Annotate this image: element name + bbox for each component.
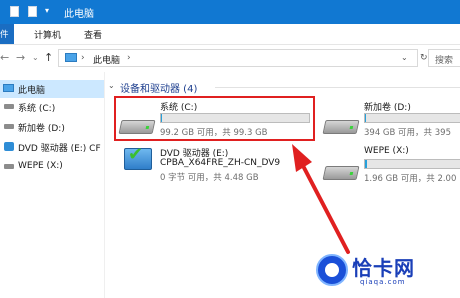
drive-space-text: 1.96 GB 可用，共 2.00 bbox=[364, 174, 457, 184]
navigation-bar: ← → ⌄ ↑ › 此电脑 › ⌄ ↻ 搜索 bbox=[0, 45, 460, 71]
drive-name: 新加卷 (D:) bbox=[364, 103, 411, 113]
sidebar-item-label: 系统 (C:) bbox=[18, 104, 56, 114]
pc-icon bbox=[3, 84, 14, 92]
watermark-logo-icon bbox=[316, 254, 348, 286]
up-arrow-icon[interactable]: ↑ bbox=[44, 51, 53, 64]
group-header[interactable]: 设备和驱动器 (4) bbox=[120, 80, 197, 95]
navigation-pane: 此电脑 系统 (C:) 新加卷 (D:) DVD 驱动器 (E:) CF WEP… bbox=[0, 72, 105, 298]
drive-icon bbox=[4, 104, 14, 109]
capacity-fill bbox=[365, 114, 366, 122]
document-icon[interactable] bbox=[10, 6, 19, 17]
drive-space-text: 394 GB 可用，共 395 bbox=[364, 128, 451, 138]
sidebar-item-this-pc[interactable]: 此电脑 bbox=[0, 80, 104, 98]
forward-arrow-icon[interactable]: → bbox=[16, 51, 25, 64]
drive-icon bbox=[4, 164, 14, 169]
tab-file[interactable]: 件 bbox=[0, 24, 14, 44]
drive-space-text: 0 字节 可用，共 4.48 GB bbox=[160, 173, 259, 183]
document-icon[interactable] bbox=[28, 6, 37, 17]
capacity-bar bbox=[364, 113, 460, 123]
breadcrumb[interactable]: 此电脑 bbox=[93, 53, 120, 66]
hard-drive-icon bbox=[322, 120, 360, 134]
sidebar-item-d-drive[interactable]: 新加卷 (D:) bbox=[0, 118, 104, 136]
watermark-name: 恰卡网 bbox=[352, 256, 415, 280]
watermark: 恰卡网 qiaqa.com bbox=[300, 248, 460, 298]
hard-drive-icon bbox=[322, 166, 360, 180]
address-dropdown-icon[interactable]: ⌄ bbox=[401, 53, 408, 62]
sidebar-item-c-drive[interactable]: 系统 (C:) bbox=[0, 98, 104, 116]
window-title: 此电脑 bbox=[64, 9, 94, 20]
capacity-fill bbox=[365, 160, 367, 168]
watermark-domain: qiaqa.com bbox=[360, 278, 406, 286]
ribbon-tabs: 件 计算机 查看 bbox=[0, 24, 460, 45]
drive-tile-dvd[interactable]: ✔ DVD 驱动器 (E:) CPBA_X64FRE_ZH-CN_DV9 0 字… bbox=[120, 146, 310, 186]
recent-locations-chevron-icon[interactable]: ⌄ bbox=[32, 53, 39, 62]
dvd-icon bbox=[4, 142, 14, 151]
checkmark-icon: ✔ bbox=[128, 144, 144, 165]
search-input[interactable]: 搜索 bbox=[428, 49, 460, 67]
drive-tile-x[interactable]: WEPE (X:) 1.96 GB 可用，共 2.00 bbox=[322, 146, 460, 186]
title-bar: ▾ 此电脑 bbox=[0, 0, 460, 24]
group-divider bbox=[215, 87, 460, 88]
refresh-icon[interactable]: ↻ bbox=[420, 53, 428, 63]
highlight-box bbox=[114, 96, 315, 141]
breadcrumb-separator[interactable]: › bbox=[127, 53, 131, 63]
chevron-down-icon[interactable]: ▾ bbox=[45, 6, 49, 15]
drive-volume-label: CPBA_X64FRE_ZH-CN_DV9 bbox=[160, 158, 281, 168]
drive-tile-d[interactable]: 新加卷 (D:) 394 GB 可用，共 395 bbox=[322, 100, 460, 140]
drive-icon bbox=[4, 124, 14, 129]
sidebar-item-label: WEPE (X:) bbox=[18, 161, 63, 171]
sidebar-item-label: 新加卷 (D:) bbox=[18, 124, 65, 134]
sidebar-item-label: DVD 驱动器 (E:) CF bbox=[18, 144, 101, 154]
sidebar-item-label: 此电脑 bbox=[18, 86, 46, 96]
tab-view[interactable]: 查看 bbox=[84, 28, 102, 41]
breadcrumb-separator: › bbox=[81, 53, 85, 63]
sidebar-item-dvd-drive[interactable]: DVD 驱动器 (E:) CF bbox=[0, 138, 104, 156]
capacity-bar bbox=[364, 159, 460, 169]
address-bar[interactable]: › 此电脑 › ⌄ bbox=[58, 49, 418, 67]
drive-name: WEPE (X:) bbox=[364, 146, 409, 156]
sidebar-item-x-drive[interactable]: WEPE (X:) bbox=[0, 158, 104, 176]
tab-computer[interactable]: 计算机 bbox=[34, 28, 61, 41]
pc-icon bbox=[65, 53, 77, 62]
back-arrow-icon[interactable]: ← bbox=[0, 51, 9, 64]
collapse-chevron-icon[interactable]: ⌄ bbox=[108, 81, 115, 90]
